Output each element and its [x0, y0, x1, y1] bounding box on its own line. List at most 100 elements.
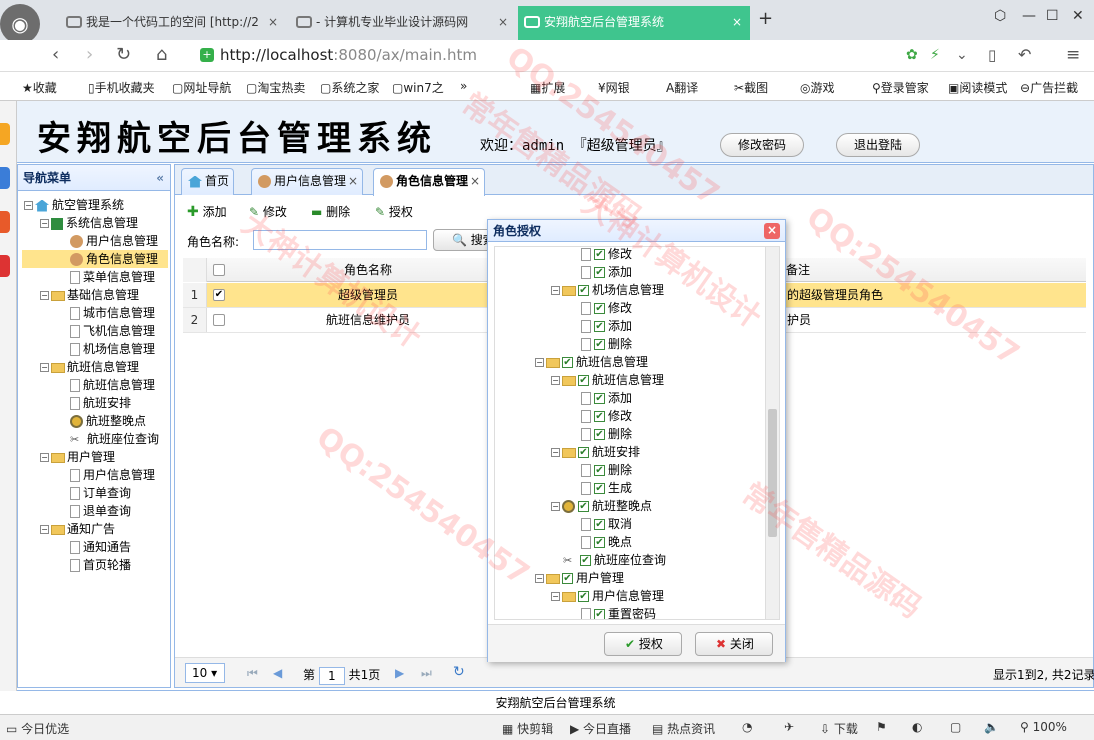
scrollbar-thumb[interactable] — [768, 409, 777, 537]
zoom-level[interactable]: ⚲ 100% — [1020, 720, 1067, 734]
side-app-icon[interactable] — [0, 255, 10, 277]
perm-node[interactable]: − ✔ 机场信息管理 — [551, 281, 664, 299]
perm-node[interactable]: ✂ ✔ 航班座位查询 — [563, 551, 666, 569]
tree-node[interactable]: 航班信息管理 — [70, 376, 155, 394]
dialog-close-button[interactable]: ✖ 关闭 — [695, 632, 773, 656]
refresh-icon[interactable]: ↻ — [453, 664, 465, 680]
collapse-toggle-icon[interactable]: − — [535, 574, 544, 583]
role-name-input[interactable] — [253, 230, 427, 250]
perm-checkbox[interactable]: ✔ — [594, 249, 605, 260]
row-checkbox[interactable] — [213, 314, 225, 326]
device-icon[interactable]: ▯ — [988, 46, 996, 64]
browser-tab-1[interactable]: 我是一个代码工的空间 [http://2 × — [60, 6, 286, 40]
dialog-close-icon[interactable]: × — [764, 223, 780, 239]
delete-button[interactable]: ▬ 删除 — [311, 203, 350, 220]
row-checkbox[interactable]: ✔ — [213, 289, 225, 301]
tab-close-icon[interactable]: × — [268, 6, 278, 38]
perm-checkbox[interactable]: ✔ — [578, 447, 589, 458]
bookmark-item[interactable]: A翻译 — [666, 79, 698, 96]
perm-node[interactable]: ✔ 修改 — [581, 247, 632, 263]
tree-node[interactable]: 飞机信息管理 — [70, 322, 155, 340]
perm-checkbox[interactable]: ✔ — [578, 285, 589, 296]
perm-node[interactable]: − ✔ 用户管理 — [535, 569, 624, 587]
status-icon[interactable]: 🔈 — [984, 720, 999, 734]
collapse-toggle-icon[interactable]: − — [551, 502, 560, 511]
status-item[interactable]: ▤ 热点资讯 — [652, 720, 715, 737]
tree-node[interactable]: 菜单信息管理 — [70, 268, 155, 286]
minimize-icon[interactable]: — — [1022, 8, 1036, 24]
tree-node[interactable]: − 系统信息管理 — [40, 214, 138, 232]
status-item[interactable]: ▶ 今日直播 — [570, 720, 631, 737]
collapse-toggle-icon[interactable]: − — [40, 219, 49, 228]
perm-node[interactable]: ✔ 删除 — [581, 425, 632, 443]
new-tab-icon[interactable]: + — [758, 8, 773, 29]
tree-node-selected[interactable]: 角色信息管理 — [22, 250, 168, 268]
page-number-input[interactable]: 1 — [318, 666, 345, 685]
browser-tab-2[interactable]: - 计算机专业毕业设计源码网 × — [290, 6, 516, 40]
collapse-toggle-icon[interactable]: − — [40, 291, 49, 300]
page-size-select[interactable]: 10 ▾ — [185, 663, 225, 683]
bookmark-item[interactable]: ✂截图 — [734, 79, 768, 96]
menu-icon[interactable]: ≡ — [1066, 45, 1080, 65]
bookmark-item[interactable]: ▢网址导航 — [172, 79, 231, 96]
perm-checkbox[interactable]: ✔ — [594, 303, 605, 314]
collapse-toggle-icon[interactable]: − — [535, 358, 544, 367]
collapse-toggle-icon[interactable]: − — [24, 201, 33, 210]
skin-icon[interactable]: ⬡ — [994, 8, 1006, 24]
side-app-icon[interactable] — [0, 211, 10, 233]
collapse-toggle-icon[interactable]: − — [551, 376, 560, 385]
select-all-checkbox[interactable] — [213, 264, 225, 276]
perm-node[interactable]: ✔ 修改 — [581, 299, 632, 317]
perm-checkbox[interactable]: ✔ — [594, 321, 605, 332]
perm-node[interactable]: ✔ 添加 — [581, 263, 632, 281]
tree-node[interactable]: 航班安排 — [70, 394, 131, 412]
perm-checkbox[interactable]: ✔ — [594, 483, 605, 494]
close-window-icon[interactable]: ✕ — [1072, 8, 1084, 24]
bookmark-item[interactable]: ▢win7之 — [392, 79, 444, 96]
flash-icon[interactable]: ⚡ — [930, 47, 940, 63]
status-icon[interactable]: ⚑ — [876, 720, 887, 734]
authorize-confirm-button[interactable]: ✔ 授权 — [604, 632, 682, 656]
add-button[interactable]: ✚ 添加 — [187, 203, 227, 220]
tree-node[interactable]: 城市信息管理 — [70, 304, 155, 322]
authorize-button[interactable]: ✎ 授权 — [375, 203, 413, 220]
collapse-toggle-icon[interactable]: − — [40, 525, 49, 534]
perm-node[interactable]: − ✔ 航班整晚点 — [551, 497, 652, 515]
tree-node[interactable]: 用户信息管理 — [70, 232, 158, 250]
perm-checkbox[interactable]: ✔ — [594, 519, 605, 530]
perm-checkbox[interactable]: ✔ — [562, 357, 573, 368]
perm-checkbox[interactable]: ✔ — [594, 465, 605, 476]
tab-user-info[interactable]: 用户信息管理 × — [251, 168, 364, 195]
tab-role-info[interactable]: 角色信息管理 × — [373, 168, 486, 196]
bookmark-item[interactable]: ⊖广告拦截 — [1020, 79, 1078, 96]
tree-node[interactable]: 机场信息管理 — [70, 340, 155, 358]
perm-node[interactable]: − ✔ 航班信息管理 — [551, 371, 664, 389]
edit-button[interactable]: ✎ 修改 — [249, 203, 287, 220]
side-app-icon[interactable] — [0, 167, 10, 189]
first-page-icon[interactable]: ⏮ — [247, 666, 258, 681]
collapse-toggle-icon[interactable]: − — [551, 286, 560, 295]
perm-checkbox[interactable]: ✔ — [594, 393, 605, 404]
collapse-icon[interactable]: « — [156, 165, 164, 191]
bookmark-item[interactable]: ▣阅读模式 — [948, 79, 1007, 96]
tree-node[interactable]: − 用户管理 — [40, 448, 115, 466]
reload-icon[interactable]: ↻ — [116, 44, 131, 65]
undo-icon[interactable]: ↶ — [1018, 45, 1031, 64]
dropdown-icon[interactable]: ⌄ — [956, 47, 968, 63]
tree-scrollbar[interactable] — [765, 247, 779, 619]
perm-node[interactable]: − ✔ 航班安排 — [551, 443, 640, 461]
perm-checkbox[interactable]: ✔ — [580, 555, 591, 566]
forward-icon[interactable]: › — [86, 44, 93, 65]
perm-node[interactable]: ✔ 重置密码 — [581, 605, 656, 619]
side-app-icon[interactable] — [0, 123, 10, 145]
tab-home[interactable]: 首页 — [181, 168, 235, 195]
status-item[interactable]: ▭ 今日优选 — [6, 720, 69, 737]
tree-node[interactable]: 订单查询 — [70, 484, 131, 502]
back-icon[interactable]: ‹ — [52, 44, 59, 65]
tree-node[interactable]: 首页轮播 — [70, 556, 131, 574]
perm-node[interactable]: ✔ 删除 — [581, 335, 632, 353]
tree-node[interactable]: − 航班信息管理 — [40, 358, 139, 376]
perm-node[interactable]: ✔ 添加 — [581, 317, 632, 335]
perm-node[interactable]: ✔ 删除 — [581, 461, 632, 479]
tab-close-icon[interactable]: × — [470, 174, 480, 188]
